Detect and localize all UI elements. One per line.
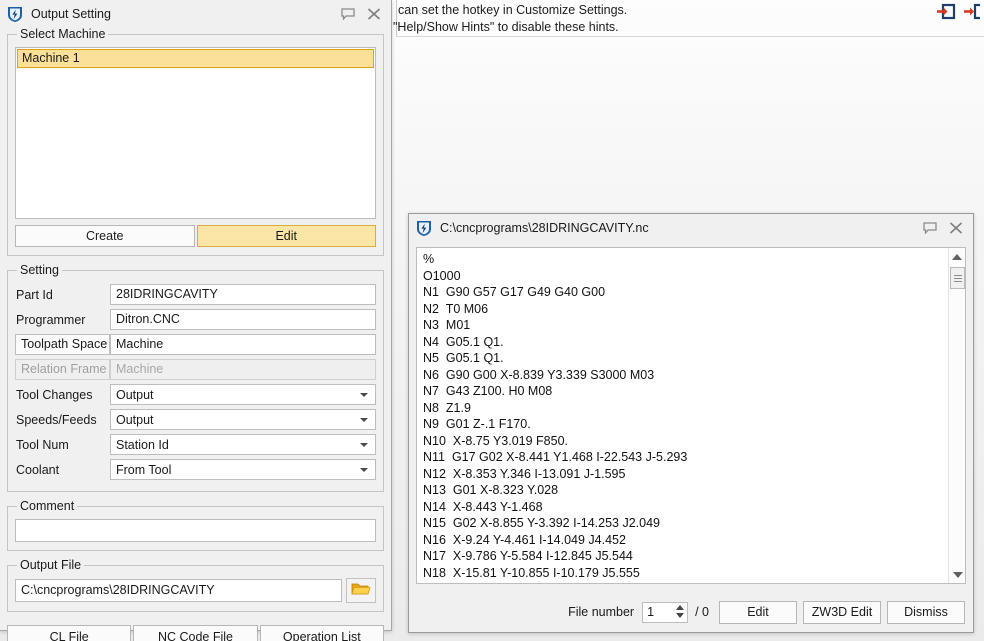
programmer-label: Programmer — [16, 312, 86, 327]
folder-open-icon — [351, 581, 371, 600]
toolpath-space-row: Toolpath Space Machine — [15, 333, 376, 356]
programmer-row: Programmer Ditron.CNC — [15, 308, 376, 331]
select-machine-legend: Select Machine — [20, 27, 106, 41]
tool-num-label: Tool Num — [16, 437, 69, 452]
cl-file-button[interactable]: CL File — [7, 625, 132, 641]
chevron-down-icon — [360, 467, 368, 472]
scroll-down-icon[interactable] — [949, 566, 965, 583]
nc-code-scrollbar[interactable] — [948, 248, 965, 583]
hint-line-1: can set the hotkey in Customize Settings… — [398, 3, 628, 17]
edit-button[interactable]: Edit — [719, 600, 797, 624]
part-id-label: Part Id — [16, 287, 53, 302]
scroll-thumb-grip — [953, 274, 962, 282]
comment-input[interactable] — [15, 519, 376, 542]
select-machine-group: Select Machine Machine 1 Create Edit — [7, 27, 384, 256]
output-setting-dialog: Output Setting Select Machine Machine 1 … — [0, 0, 392, 641]
nc-code-window: C:\cncprograms\28IDRINGCAVITY.nc % O1000… — [408, 213, 974, 633]
coolant-select[interactable]: From Tool — [110, 459, 376, 480]
programmer-field[interactable]: Ditron.CNC — [110, 309, 376, 330]
file-number-stepper[interactable]: 1 — [642, 601, 689, 623]
output-bottom-button-row: CL File NC Code File Operation List — [0, 625, 391, 641]
output-setting-body: Select Machine Machine 1 Create Edit Set… — [0, 27, 391, 625]
close-icon[interactable] — [943, 217, 969, 239]
relation-frame-field: Machine — [110, 359, 376, 380]
tool-num-value: Station Id — [116, 437, 169, 452]
background-rule — [396, 36, 984, 37]
file-total-count: / 0 — [695, 605, 709, 619]
comment-legend: Comment — [20, 499, 75, 513]
scroll-up-icon[interactable] — [949, 248, 965, 265]
coolant-row: Coolant From Tool — [15, 458, 376, 481]
nc-code-content: % O1000 N1 G90 G57 G17 G49 G40 G00 N2 T0… — [423, 252, 688, 583]
output-setting-title: Output Setting — [31, 6, 111, 21]
coolant-label: Coolant — [16, 462, 60, 477]
chevron-down-icon — [360, 417, 368, 422]
output-setting-titlebar[interactable]: Output Setting — [0, 0, 391, 27]
close-icon[interactable] — [361, 3, 387, 25]
speeds-feeds-label: Speeds/Feeds — [16, 412, 97, 427]
hint-bubble-icon[interactable] — [917, 217, 943, 239]
nc-window-toolbar: File number 1 / 0 Edit ZW3D Edit Dismiss — [409, 592, 973, 632]
background-hint-text: can set the hotkey in Customize Settings… — [393, 2, 798, 36]
output-file-legend: Output File — [20, 558, 82, 572]
scroll-thumb[interactable] — [950, 267, 965, 289]
nc-window-title: C:\cncprograms\28IDRINGCAVITY.nc — [440, 220, 649, 235]
stepper-up-icon[interactable] — [676, 604, 685, 610]
app-logo-icon — [415, 219, 433, 237]
list-item-machine-1[interactable]: Machine 1 — [17, 49, 374, 68]
nc-window-titlebar[interactable]: C:\cncprograms\28IDRINGCAVITY.nc — [409, 214, 973, 241]
output-file-row: C:\cncprograms\28IDRINGCAVITY — [15, 578, 376, 603]
speeds-feeds-value: Output — [116, 412, 154, 427]
operation-list-button[interactable]: Operation List — [259, 625, 384, 641]
part-id-row: Part Id 28IDRINGCAVITY — [15, 283, 376, 306]
app-logo-icon — [6, 5, 24, 23]
toolpath-space-button[interactable]: Toolpath Space — [15, 334, 110, 355]
tool-changes-value: Output — [116, 387, 154, 402]
machine-button-row: Create Edit — [15, 225, 376, 247]
speeds-feeds-row: Speeds/Feeds Output — [15, 408, 376, 431]
tool-changes-row: Tool Changes Output — [15, 383, 376, 406]
tool-num-row: Tool Num Station Id — [15, 433, 376, 456]
setting-legend: Setting — [20, 263, 59, 277]
setting-group: Setting Part Id 28IDRINGCAVITY Programme… — [7, 263, 384, 492]
file-number-value: 1 — [647, 605, 655, 619]
chevron-down-icon — [360, 392, 368, 397]
browse-file-button[interactable] — [346, 578, 376, 603]
nc-code-text-area[interactable]: % O1000 N1 G90 G57 G17 G49 G40 G00 N2 T0… — [416, 247, 966, 584]
top-right-icon-group — [936, 1, 984, 23]
hint-bubble-icon[interactable] — [335, 3, 361, 25]
create-machine-button[interactable]: Create — [15, 225, 195, 247]
zw3d-edit-button[interactable]: ZW3D Edit — [803, 600, 881, 624]
output-file-input[interactable]: C:\cncprograms\28IDRINGCAVITY — [15, 579, 342, 602]
stepper-down-icon[interactable] — [676, 612, 685, 618]
tool-changes-select[interactable]: Output — [110, 384, 376, 405]
output-file-group: Output File C:\cncprograms\28IDRINGCAVIT… — [7, 558, 384, 612]
dismiss-button[interactable]: Dismiss — [887, 600, 965, 624]
coolant-value: From Tool — [116, 462, 172, 477]
nc-code-file-button[interactable]: NC Code File — [133, 625, 258, 641]
machine-list[interactable]: Machine 1 — [15, 47, 376, 219]
chevron-down-icon — [360, 442, 368, 447]
file-number-label: File number — [568, 605, 635, 619]
stepper-arrows[interactable] — [676, 604, 685, 618]
speeds-feeds-select[interactable]: Output — [110, 409, 376, 430]
toolpath-space-field[interactable]: Machine — [110, 334, 376, 355]
hint-line-2: "Help/Show Hints" to disable these hints… — [393, 20, 619, 34]
part-id-field[interactable]: 28IDRINGCAVITY — [110, 284, 376, 305]
relation-frame-button: Relation Frame — [15, 359, 110, 380]
comment-group: Comment — [7, 499, 384, 551]
tool-num-select[interactable]: Station Id — [110, 434, 376, 455]
tool-changes-label: Tool Changes — [16, 387, 93, 402]
edit-machine-button[interactable]: Edit — [196, 225, 376, 247]
relation-frame-row: Relation Frame Machine — [15, 358, 376, 381]
